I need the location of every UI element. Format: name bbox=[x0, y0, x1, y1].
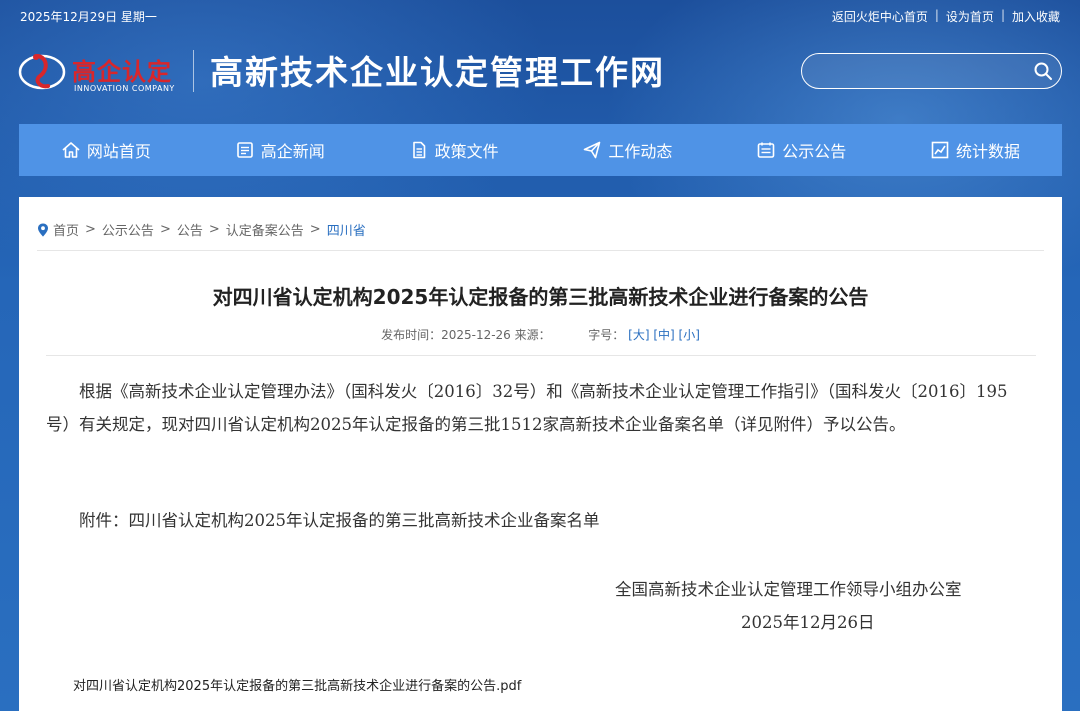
separator: | bbox=[934, 8, 939, 22]
home-icon bbox=[62, 142, 80, 158]
breadcrumb-current[interactable]: 四川省 bbox=[327, 220, 366, 239]
top-links: 返回火炬中心首页 | 设为首页 | 加入收藏 bbox=[832, 8, 1060, 25]
article-body: 根据《高新技术企业认定管理办法》（国科发火〔2016〕32号）和《高新技术企业认… bbox=[46, 375, 1031, 441]
body-paragraph: 根据《高新技术企业认定管理办法》（国科发火〔2016〕32号）和《高新技术企业认… bbox=[46, 382, 1008, 434]
separator: | bbox=[1000, 8, 1005, 22]
breadcrumb-home[interactable]: 首页 bbox=[53, 220, 79, 239]
article-title: 对四川省认定机构2025年认定报备的第三批高新技术企业进行备案的公告 bbox=[212, 285, 869, 309]
nav-item-statistics[interactable]: 统计数据 bbox=[888, 124, 1062, 176]
font-size-medium[interactable]: [中] bbox=[653, 328, 674, 342]
nav-item-news[interactable]: 高企新闻 bbox=[193, 124, 367, 176]
search-icon[interactable] bbox=[1033, 61, 1053, 81]
news-icon bbox=[236, 142, 253, 158]
nav-item-label: 网站首页 bbox=[86, 142, 151, 161]
nav-item-label: 公示公告 bbox=[782, 142, 847, 161]
publish-info: 发布时间：2025-12-26 来源： bbox=[381, 328, 551, 342]
current-date: 2025年12月29日 星期一 bbox=[20, 10, 157, 24]
breadcrumb-notice[interactable]: 公告 bbox=[177, 220, 203, 239]
font-size-small[interactable]: [小] bbox=[679, 328, 700, 342]
logo-subtext: INNOVATION COMPANY bbox=[74, 84, 175, 93]
breadcrumb-filing-notice[interactable]: 认定备案公告 bbox=[226, 220, 304, 239]
pdf-attachment-link[interactable]: 对四川省认定机构2025年认定报备的第三批高新技术企业进行备案的公告.pdf bbox=[73, 675, 521, 694]
nav-item-policy[interactable]: 政策文件 bbox=[367, 124, 541, 176]
paper-plane-icon bbox=[584, 141, 601, 159]
breadcrumb: 首页 > 公示公告 > 公告 > 认定备案公告 > 四川省 bbox=[37, 220, 366, 239]
search-input[interactable] bbox=[816, 61, 1026, 81]
site-logo[interactable]: 高企认定 INNOVATION COMPANY bbox=[18, 42, 178, 98]
link-torch-home[interactable]: 返回火炬中心首页 bbox=[832, 8, 928, 25]
breadcrumb-separator: > bbox=[159, 222, 171, 237]
signature-date: 2025年12月26日 bbox=[741, 613, 875, 632]
link-set-homepage[interactable]: 设为首页 bbox=[946, 8, 994, 25]
signature-organization: 全国高新技术企业认定管理工作领导小组办公室 bbox=[615, 580, 962, 599]
font-size-large[interactable]: [大] bbox=[628, 328, 649, 342]
breadcrumb-separator: > bbox=[85, 222, 96, 237]
document-icon bbox=[412, 141, 425, 159]
nav-item-label: 高企新闻 bbox=[260, 142, 325, 161]
divider bbox=[46, 355, 1036, 356]
search-box bbox=[801, 53, 1062, 89]
nav-item-label: 政策文件 bbox=[434, 142, 499, 161]
breadcrumb-announcements[interactable]: 公示公告 bbox=[102, 220, 154, 239]
attachment-note: 附件：四川省认定机构2025年认定报备的第三批高新技术企业备案名单 bbox=[79, 511, 600, 530]
breadcrumb-separator: > bbox=[309, 222, 321, 237]
logo-mark-icon bbox=[18, 54, 66, 90]
nav-item-announcements[interactable]: 公示公告 bbox=[714, 124, 888, 176]
top-bar: 2025年12月29日 星期一 返回火炬中心首页 | 设为首页 | 加入收藏 bbox=[0, 0, 1080, 32]
main-nav: 网站首页 高企新闻 政策文件 工作动态 公示公告 统计数据 bbox=[19, 124, 1062, 176]
site-header: 高企认定 INNOVATION COMPANY 高新技术企业认定管理工作网 bbox=[0, 32, 1080, 120]
article-meta: 发布时间：2025-12-26 来源： 字号： [大] [中] [小] bbox=[19, 326, 1062, 343]
location-pin-icon bbox=[38, 223, 48, 236]
link-add-favorite[interactable]: 加入收藏 bbox=[1012, 8, 1060, 25]
logo-divider bbox=[193, 50, 194, 92]
announcement-icon bbox=[757, 142, 775, 158]
site-title: 高新技术企业认定管理工作网 bbox=[210, 53, 665, 92]
divider bbox=[37, 250, 1044, 251]
nav-item-home[interactable]: 网站首页 bbox=[19, 124, 193, 176]
nav-item-label: 统计数据 bbox=[956, 142, 1021, 161]
breadcrumb-separator: > bbox=[208, 222, 220, 237]
chart-icon bbox=[931, 141, 949, 159]
nav-item-work-updates[interactable]: 工作动态 bbox=[540, 124, 714, 176]
nav-item-label: 工作动态 bbox=[608, 142, 673, 161]
logo-text: 高企认定 bbox=[72, 57, 172, 86]
article-panel: 首页 > 公示公告 > 公告 > 认定备案公告 > 四川省 对四川省认定机构20… bbox=[19, 197, 1062, 711]
font-size-label: 字号： bbox=[588, 328, 625, 342]
